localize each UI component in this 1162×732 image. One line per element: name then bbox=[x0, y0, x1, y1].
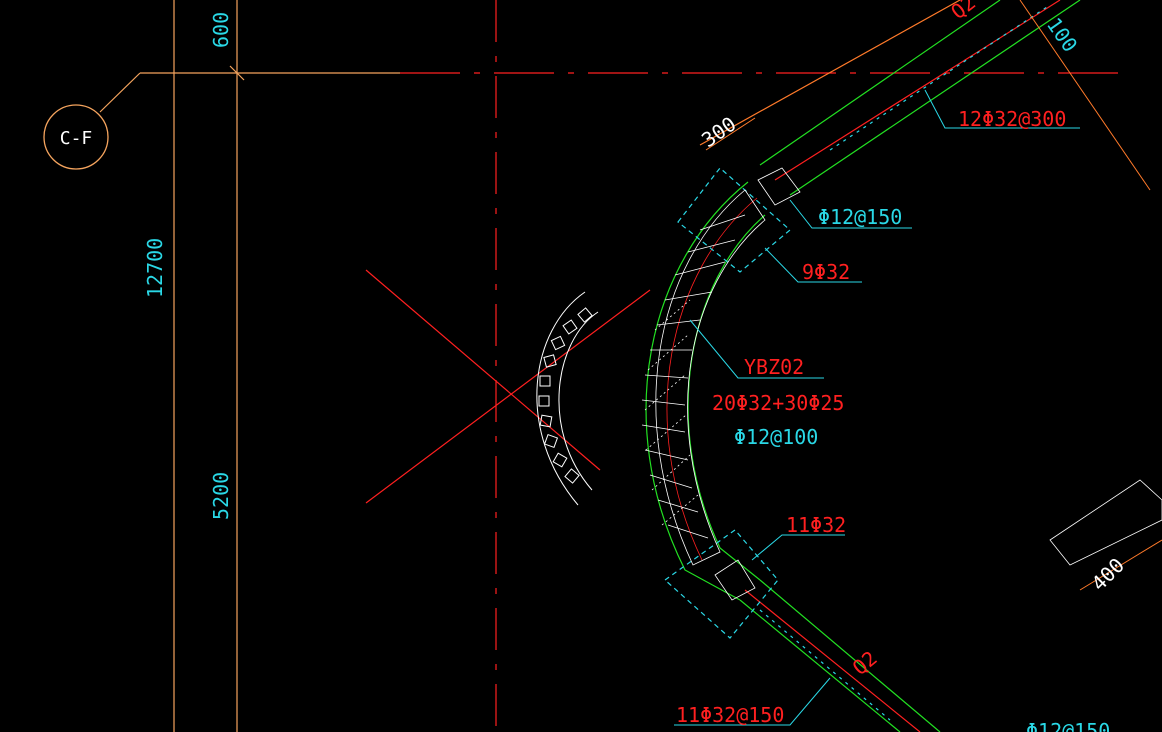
dimension-lines bbox=[705, 0, 1162, 591]
dimension-100: 100 bbox=[1042, 13, 1082, 56]
bars-label-top: 9Φ32 bbox=[802, 260, 850, 284]
dimension-300: 300 bbox=[697, 112, 740, 152]
column-id-label: YBZ02 bbox=[744, 355, 804, 379]
dimension-600: 600 bbox=[209, 12, 233, 48]
bars-label-bottom: 11Φ32 bbox=[786, 513, 846, 537]
dimension-400: 400 bbox=[1087, 553, 1130, 596]
dimension-12700: 12700 bbox=[143, 238, 167, 298]
leader-bars-bottom bbox=[751, 534, 845, 561]
axis-bubble: C-F bbox=[43, 104, 109, 170]
dimension-5200: 5200 bbox=[209, 472, 233, 520]
axis-bubble-leader bbox=[99, 72, 141, 113]
axis-lines bbox=[99, 0, 400, 732]
lower-wall-inner bbox=[759, 579, 941, 732]
top-end-detail bbox=[757, 167, 801, 206]
wall-label-q2-top: Q2 bbox=[946, 0, 980, 24]
column-bars-label: 20Φ32+30Φ25 bbox=[712, 391, 844, 415]
column-diagonal-hatch bbox=[644, 299, 699, 526]
cross-mark-b bbox=[365, 289, 651, 504]
cad-drawing-canvas: C-F 600 12700 5200 Q2 100 12Φ32@300 300 … bbox=[43, 0, 1162, 732]
rebar-label-bottom: 11Φ32@150 bbox=[676, 703, 784, 727]
arc-detail-outer bbox=[536, 291, 586, 506]
right-wall-detail bbox=[1049, 479, 1162, 566]
column-stirrup-label: Φ12@100 bbox=[734, 425, 818, 449]
axis-bubble-label: C-F bbox=[60, 128, 93, 149]
wall-label-q2-bottom: Q2 bbox=[848, 646, 882, 680]
curved-wall-axis bbox=[666, 197, 758, 561]
column-hatch bbox=[641, 214, 746, 539]
dim-100-ext bbox=[1019, 0, 1151, 191]
stirrup-label-bottom-right: Φ12@150 bbox=[1026, 719, 1110, 732]
rebar-label-top: 12Φ32@300 bbox=[958, 107, 1066, 131]
upper-wall-outer bbox=[759, 0, 1001, 166]
arc-detail bbox=[536, 291, 599, 506]
stirrup-label-top: Φ12@150 bbox=[818, 205, 902, 229]
upper-wall-inner bbox=[789, 0, 1081, 196]
